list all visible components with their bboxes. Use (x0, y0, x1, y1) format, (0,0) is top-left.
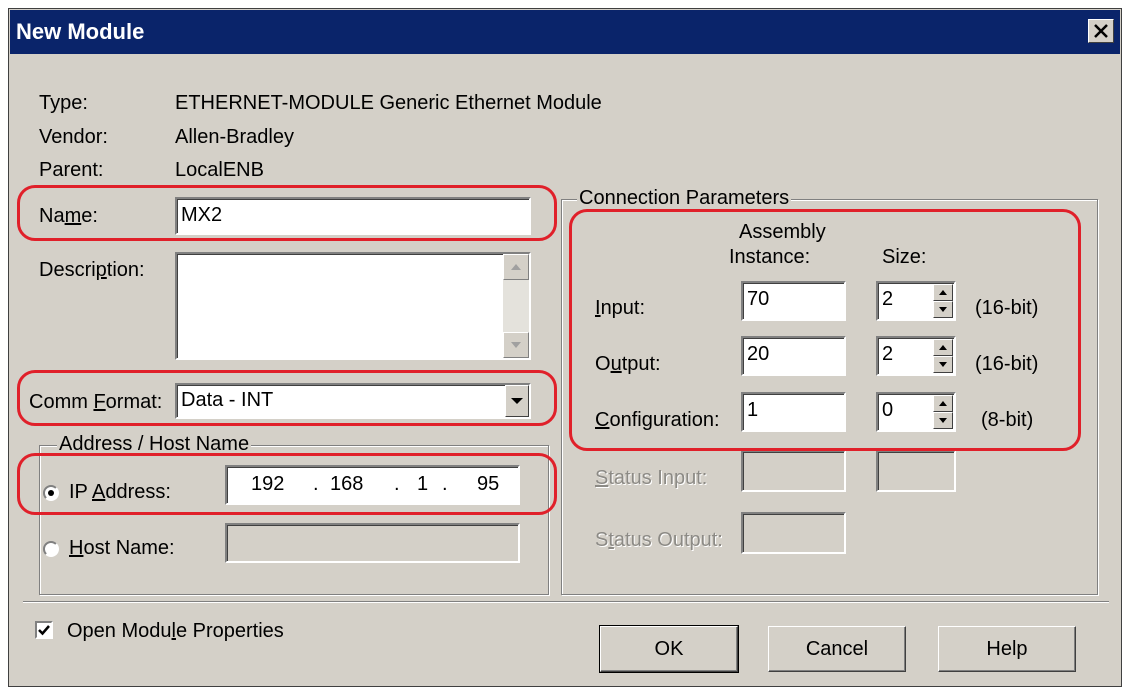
arrow-up-icon (511, 264, 521, 270)
status-input-instance-field[interactable] (741, 450, 846, 492)
title-bar: New Module (10, 10, 1120, 54)
scroll-up-button[interactable] (503, 254, 529, 280)
parent-value: LocalENB (175, 159, 264, 181)
host-name-radio[interactable] (43, 541, 59, 557)
window-title: New Module (16, 19, 145, 44)
host-name-label: Host Name: (69, 537, 175, 559)
close-button[interactable] (1088, 19, 1114, 43)
description-label: Description: (39, 259, 145, 281)
type-value: ETHERNET-MODULE Generic Ethernet Module (175, 92, 602, 114)
close-icon (1094, 24, 1108, 38)
help-button[interactable]: Help (938, 626, 1076, 672)
status-output-label: Status Output: (595, 529, 723, 551)
open-module-properties-label: Open Module Properties (67, 620, 284, 642)
ok-button[interactable]: OK (599, 625, 739, 673)
cancel-button[interactable]: Cancel (768, 626, 906, 672)
ip-address-highlight (17, 453, 557, 515)
vendor-value: Allen-Bradley (175, 126, 294, 148)
comm-format-highlight (17, 370, 557, 426)
scroll-down-button[interactable] (503, 332, 529, 358)
description-scrollbar[interactable] (503, 254, 529, 358)
status-input-size-field[interactable] (876, 450, 956, 492)
type-label: Type: (39, 92, 88, 114)
separator (23, 601, 1109, 603)
connection-parameters-highlight (569, 209, 1081, 451)
checkmark-icon (38, 625, 50, 636)
open-module-properties-checkbox[interactable] (35, 621, 53, 639)
description-textarea[interactable] (175, 252, 531, 360)
name-highlight (17, 185, 557, 241)
new-module-dialog: New Module Type: ETHERNET-MODULE Generic… (8, 8, 1122, 687)
vendor-label: Vendor: (39, 126, 108, 148)
status-output-instance-field[interactable] (741, 512, 846, 554)
connection-parameters-label: Connection Parameters (577, 187, 792, 210)
host-name-input[interactable] (225, 523, 520, 563)
arrow-down-icon (511, 342, 521, 348)
parent-label: Parent: (39, 159, 104, 181)
status-input-label: Status Input: (595, 467, 708, 489)
